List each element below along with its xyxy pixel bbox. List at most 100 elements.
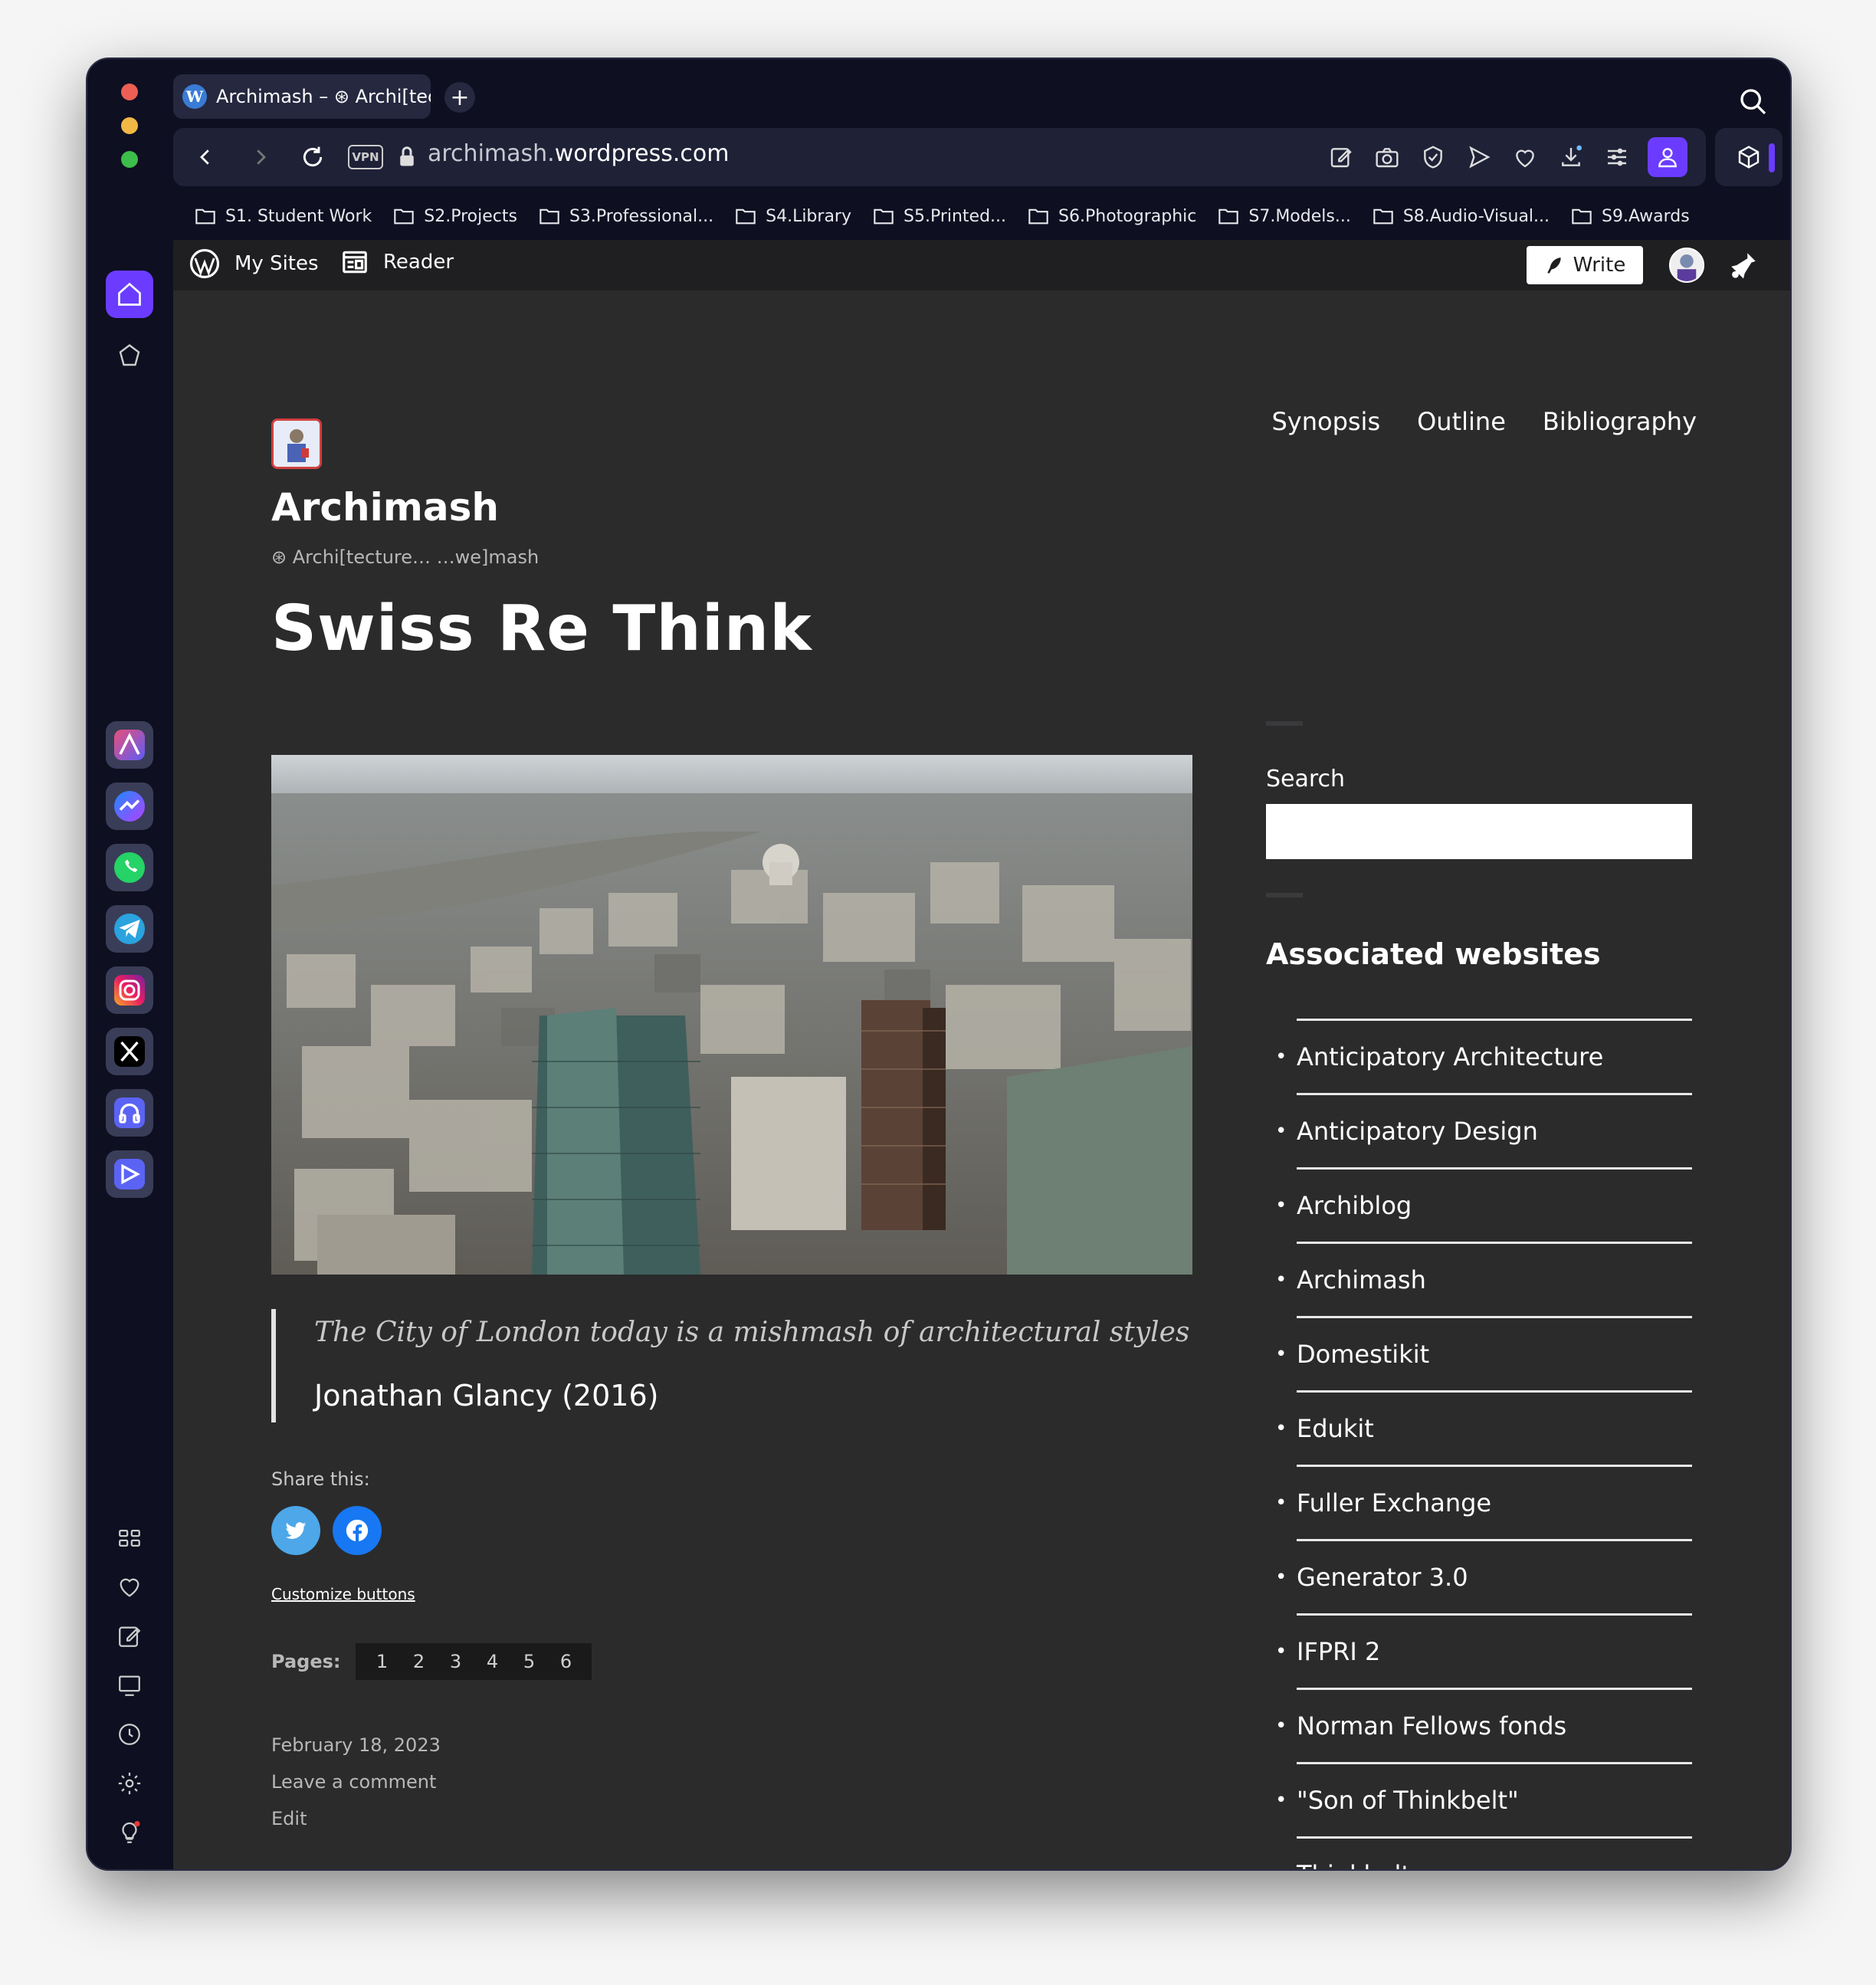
bookmark-label: S8.Audio-Visual...: [1402, 206, 1550, 226]
camera-icon[interactable]: [1372, 137, 1402, 177]
page-link[interactable]: 2: [400, 1651, 437, 1672]
page-link[interactable]: 1: [363, 1651, 400, 1672]
whatsapp-icon[interactable]: [106, 844, 153, 891]
bookmark-folder[interactable]: S6.Photographic: [1028, 207, 1196, 226]
post-date[interactable]: February 18, 2023: [271, 1734, 441, 1756]
back-icon[interactable]: [190, 142, 221, 172]
music-player-icon[interactable]: [106, 1089, 153, 1137]
search-widget-label: Search: [1266, 766, 1346, 792]
bookmark-folder[interactable]: S3.Professional...: [539, 207, 713, 226]
tips-lightbulb-icon[interactable]: [110, 1813, 149, 1852]
site-title[interactable]: Archimash: [271, 485, 499, 530]
settings-sliders-icon[interactable]: [1602, 137, 1632, 177]
associated-website-link[interactable]: IFPRI 2: [1275, 1613, 1692, 1688]
nav-item-outline[interactable]: Outline: [1417, 407, 1506, 436]
associated-website-link[interactable]: Anticipatory Design: [1275, 1093, 1692, 1167]
associated-websites-title: Associated websites: [1266, 937, 1601, 971]
settings-gear-icon[interactable]: [110, 1764, 149, 1803]
associated-website-link[interactable]: "Son of Thinkbelt": [1275, 1762, 1692, 1836]
maximize-window-button[interactable]: [121, 151, 138, 168]
folder-icon: [540, 208, 559, 225]
vpn-badge[interactable]: VPN: [348, 145, 383, 169]
bookmark-label: S2.Projects: [424, 206, 517, 226]
bookmark-label: S3.Professional...: [569, 206, 714, 226]
bookmark-folder[interactable]: S5.Printed...: [873, 207, 1006, 226]
aria-app-icon[interactable]: [106, 721, 153, 769]
edit-page-icon[interactable]: [1326, 137, 1356, 177]
bookmark-folder[interactable]: S7.Models...: [1218, 206, 1351, 226]
leave-comment-link[interactable]: Leave a comment: [271, 1771, 436, 1793]
url-text[interactable]: archimash.wordpress.com: [428, 140, 730, 167]
minimize-window-button[interactable]: [121, 117, 138, 134]
my-sites-link[interactable]: My Sites: [189, 248, 319, 280]
download-icon[interactable]: [1556, 137, 1586, 177]
associated-website-link[interactable]: Archimash: [1275, 1242, 1692, 1316]
telegram-icon[interactable]: [106, 905, 153, 953]
associated-website-link[interactable]: Thinkbelt: [1275, 1836, 1692, 1869]
associated-website-link[interactable]: Anticipatory Architecture: [1275, 1019, 1692, 1093]
apps-grid-icon[interactable]: [110, 1519, 149, 1557]
history-clock-icon[interactable]: [110, 1715, 149, 1754]
bookmark-label: S7.Models...: [1248, 206, 1351, 226]
associated-website-link[interactable]: Norman Fellows fonds: [1275, 1688, 1692, 1762]
send-icon[interactable]: [1464, 137, 1494, 177]
profile-icon[interactable]: [1648, 137, 1687, 177]
post-blockquote: The City of London today is a mishmash o…: [271, 1309, 1192, 1422]
reader-link[interactable]: Reader: [340, 248, 454, 277]
tabs-monitor-icon[interactable]: [110, 1666, 149, 1704]
associated-website-link[interactable]: Fuller Exchange: [1275, 1465, 1692, 1539]
more-dots-icon[interactable]: [110, 1862, 149, 1869]
associated-website-link[interactable]: Domestikit: [1275, 1316, 1692, 1390]
bookmark-label: S9.Awards: [1602, 206, 1690, 226]
folder-icon: [874, 208, 894, 225]
write-label: Write: [1573, 254, 1626, 277]
reload-icon[interactable]: [297, 142, 328, 172]
notifications-bell-icon[interactable]: [1727, 249, 1760, 281]
messenger-icon[interactable]: [106, 783, 153, 830]
tab-archimash[interactable]: W Archimash – ⊛ Archi[tec: [173, 74, 431, 119]
web-page: My Sites Reader Write Archimash ⊛ Archi[…: [173, 240, 1790, 1869]
reader-icon: [343, 251, 367, 274]
favorites-heart-icon[interactable]: [110, 1568, 149, 1606]
site-logo[interactable]: [271, 418, 322, 469]
nav-item-bibliography[interactable]: Bibliography: [1543, 407, 1697, 436]
share-twitter-button[interactable]: [271, 1506, 320, 1555]
search-input[interactable]: [1266, 804, 1692, 859]
tab-search-icon[interactable]: [1738, 87, 1769, 117]
heart-icon[interactable]: [1510, 137, 1540, 177]
user-avatar[interactable]: [1669, 248, 1704, 283]
lock-icon[interactable]: [395, 143, 418, 172]
bookmark-label: S5.Printed...: [904, 206, 1007, 226]
pinboard-star-icon[interactable]: [106, 332, 153, 379]
folder-icon: [736, 208, 756, 225]
new-tab-button[interactable]: +: [444, 82, 475, 113]
notes-edit-icon[interactable]: [110, 1617, 149, 1655]
instagram-icon[interactable]: [106, 966, 153, 1014]
home-icon[interactable]: [106, 271, 153, 318]
share-facebook-button[interactable]: [333, 1506, 382, 1555]
page-link[interactable]: 3: [437, 1651, 474, 1672]
widget-separator: [1266, 893, 1303, 897]
player-icon[interactable]: [106, 1150, 153, 1198]
write-button[interactable]: Write: [1527, 246, 1643, 284]
page-link[interactable]: 5: [510, 1651, 547, 1672]
x-twitter-icon[interactable]: [106, 1028, 153, 1075]
page-link[interactable]: 4: [474, 1651, 510, 1672]
bookmark-folder[interactable]: S1. Student Work: [195, 207, 372, 226]
shield-icon[interactable]: [1418, 137, 1448, 177]
associated-website-link[interactable]: Generator 3.0: [1275, 1539, 1692, 1613]
customize-buttons-link[interactable]: Customize buttons: [271, 1585, 415, 1603]
extensions-cube-button[interactable]: [1715, 128, 1783, 186]
associated-website-link[interactable]: Edukit: [1275, 1390, 1692, 1465]
bookmark-folder[interactable]: S8.Audio-Visual...: [1373, 207, 1550, 226]
bookmark-folder[interactable]: S9.Awards: [1571, 207, 1690, 226]
bookmark-folder[interactable]: S2.Projects: [393, 207, 517, 226]
bookmark-folder[interactable]: S4.Library: [735, 207, 851, 226]
edit-post-link[interactable]: Edit: [271, 1808, 307, 1829]
nav-item-synopsis[interactable]: Synopsis: [1271, 407, 1380, 436]
page-link[interactable]: 6: [547, 1651, 584, 1672]
associated-website-link[interactable]: Archiblog: [1275, 1167, 1692, 1242]
forward-icon[interactable]: [245, 142, 276, 172]
close-window-button[interactable]: [121, 84, 138, 100]
feather-icon: [1547, 258, 1561, 274]
